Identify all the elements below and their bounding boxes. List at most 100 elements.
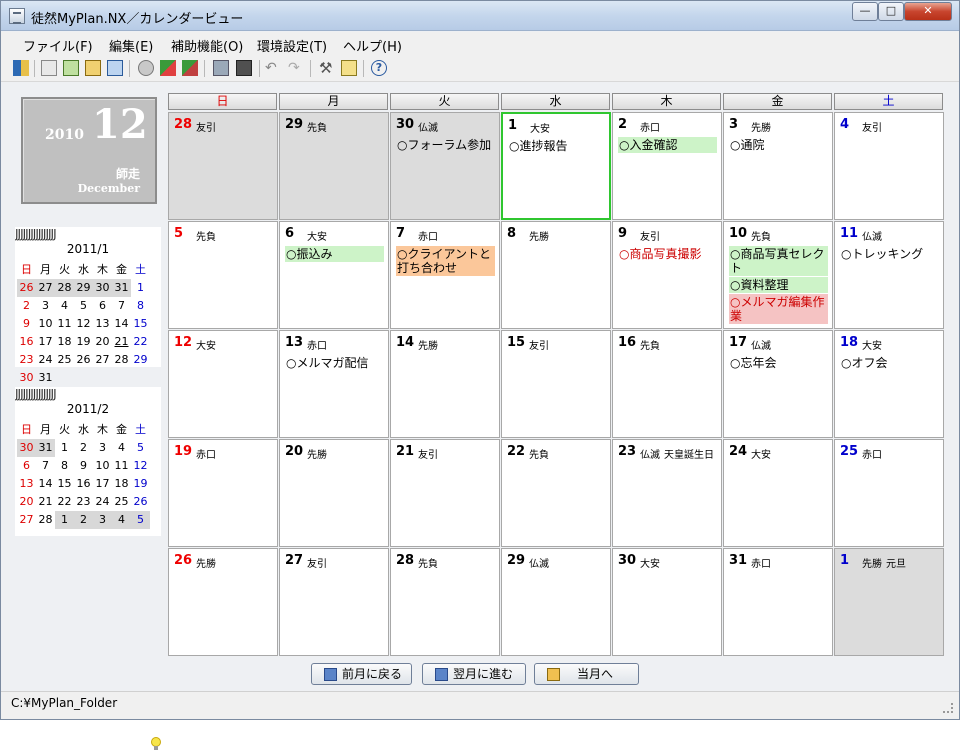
mini-calendar-day[interactable]: 28 xyxy=(36,511,55,529)
undo-icon[interactable]: ↶ xyxy=(265,60,281,76)
mini-calendar-day[interactable]: 5 xyxy=(74,297,93,315)
mini-calendar-day[interactable]: 29 xyxy=(74,279,93,297)
event-item[interactable]: ○トレッキング xyxy=(840,246,939,262)
next-month-button[interactable]: 翌月に進む xyxy=(422,663,526,685)
mini-calendar-day[interactable]: 31 xyxy=(112,279,131,297)
menu-edit[interactable]: 編集(E) xyxy=(109,36,153,55)
event-item[interactable]: ○忘年会 xyxy=(729,355,828,371)
mini-calendar-day[interactable]: 31 xyxy=(36,369,55,387)
day-view-icon[interactable] xyxy=(41,60,57,76)
mini-calendar-day[interactable]: 6 xyxy=(17,457,36,475)
mini-calendar-day[interactable]: 20 xyxy=(17,493,36,511)
event-item[interactable]: ○フォーラム参加 xyxy=(396,137,495,153)
mini-calendar-day[interactable]: 26 xyxy=(17,279,36,297)
month-view-icon[interactable] xyxy=(85,60,101,76)
mini-calendar-day[interactable]: 7 xyxy=(112,297,131,315)
event-item[interactable]: ○振込み xyxy=(285,246,384,262)
mini-calendar-day[interactable]: 30 xyxy=(17,439,36,457)
event-item[interactable]: ○オフ会 xyxy=(840,355,939,371)
mini-calendar-day[interactable]: 30 xyxy=(93,279,112,297)
calendar-day-cell[interactable]: 7 赤口 ○クライアントと打ち合わせ xyxy=(390,221,500,329)
menu-help[interactable]: ヘルプ(H) xyxy=(343,36,402,55)
mini-calendar-day[interactable]: 1 xyxy=(55,439,74,457)
mini-calendar-day[interactable]: 7 xyxy=(36,457,55,475)
calendar-day-cell[interactable]: 16 先負 xyxy=(612,330,722,438)
mini-calendar-day[interactable]: 4 xyxy=(112,511,131,529)
mini-calendar-day[interactable]: 28 xyxy=(55,279,74,297)
mini-calendar-day[interactable]: 9 xyxy=(17,315,36,333)
mini-calendar-day[interactable]: 27 xyxy=(36,279,55,297)
calendar-day-cell[interactable]: 9 友引 ○商品写真撮影 xyxy=(612,221,722,329)
mini-calendar-day[interactable]: 4 xyxy=(112,439,131,457)
mini-calendar-day[interactable]: 15 xyxy=(55,475,74,493)
mini-calendar-day[interactable]: 3 xyxy=(36,297,55,315)
exit-icon[interactable] xyxy=(13,60,29,76)
mini-calendar-day[interactable]: 11 xyxy=(55,315,74,333)
mini-calendar-day[interactable]: 2 xyxy=(74,511,93,529)
delete-event-icon[interactable] xyxy=(182,60,198,76)
event-item[interactable]: ○商品写真撮影 xyxy=(618,246,717,262)
calendar-day-cell[interactable]: 1 大安 ○進捗報告 xyxy=(501,112,611,220)
resize-grip[interactable] xyxy=(943,703,953,713)
mini-calendar-day[interactable]: 5 xyxy=(131,511,150,529)
calendar-day-cell[interactable]: 25 赤口 xyxy=(834,439,944,547)
event-item[interactable]: ○通院 xyxy=(729,137,828,153)
maximize-button[interactable]: □ xyxy=(878,2,904,21)
prev-month-button[interactable]: 前月に戻る xyxy=(311,663,412,685)
mini-calendar-day[interactable]: 24 xyxy=(93,493,112,511)
mini-calendar-day[interactable]: 25 xyxy=(55,351,74,369)
event-item[interactable]: ○資料整理 xyxy=(729,277,828,293)
mini-calendar-day[interactable]: 21 xyxy=(36,493,55,511)
mini-calendar-day[interactable]: 19 xyxy=(131,475,150,493)
calendar-day-cell[interactable]: 19 赤口 xyxy=(168,439,278,547)
mini-calendar-day[interactable]: 13 xyxy=(17,475,36,493)
mini-calendar-day[interactable]: 12 xyxy=(74,315,93,333)
mini-calendar-day[interactable]: 2 xyxy=(74,439,93,457)
calendar-day-cell[interactable]: 10 先負 ○商品写真セレクト ○資料整理 ○メルマガ編集作業 xyxy=(723,221,833,329)
mini-calendar-day[interactable]: 6 xyxy=(93,297,112,315)
mini-calendar-day[interactable]: 16 xyxy=(74,475,93,493)
mini-calendar-day[interactable]: 26 xyxy=(131,493,150,511)
calendar-day-cell[interactable]: 22 先負 xyxy=(501,439,611,547)
mini-calendar-day[interactable]: 25 xyxy=(112,493,131,511)
mini-calendar-day[interactable]: 4 xyxy=(55,297,74,315)
calendar-day-cell[interactable]: 17 仏滅 ○忘年会 xyxy=(723,330,833,438)
mini-calendar-day[interactable]: 9 xyxy=(74,457,93,475)
calendar-day-cell[interactable]: 8 先勝 xyxy=(501,221,611,329)
mini-calendar-day[interactable]: 28 xyxy=(112,351,131,369)
mini-calendar-day[interactable]: 15 xyxy=(131,315,150,333)
mini-calendar-day[interactable]: 5 xyxy=(131,439,150,457)
calendar-day-cell[interactable]: 30 仏滅 ○フォーラム参加 xyxy=(390,112,500,220)
mini-calendar-day[interactable]: 13 xyxy=(93,315,112,333)
mini-calendar-day[interactable]: 8 xyxy=(131,297,150,315)
mini-calendar-day[interactable]: 11 xyxy=(112,457,131,475)
add-event-icon[interactable] xyxy=(160,60,176,76)
calendar-day-cell[interactable]: 1 先勝 元旦 xyxy=(834,548,944,656)
mini-calendar-day[interactable]: 23 xyxy=(17,351,36,369)
event-item[interactable]: ○メルマガ配信 xyxy=(285,355,384,371)
mini-calendar-day[interactable]: 22 xyxy=(55,493,74,511)
settings-icon[interactable]: ⚒ xyxy=(319,60,335,76)
calendar-day-cell[interactable]: 5 先負 xyxy=(168,221,278,329)
event-item[interactable]: ○クライアントと打ち合わせ xyxy=(396,246,495,276)
mini-calendar-day[interactable]: 19 xyxy=(74,333,93,351)
mini-calendar-day[interactable]: 22 xyxy=(131,333,150,351)
mini-calendar-day[interactable]: 16 xyxy=(17,333,36,351)
preview-icon[interactable] xyxy=(236,60,252,76)
calendar-day-cell[interactable]: 28 先負 xyxy=(390,548,500,656)
calendar-day-cell[interactable]: 29 仏滅 xyxy=(501,548,611,656)
current-month-button[interactable]: 当月へ xyxy=(534,663,639,685)
calendar-day-cell[interactable]: 15 友引 xyxy=(501,330,611,438)
mini-calendar-day[interactable]: 27 xyxy=(17,511,36,529)
mini-calendar-day[interactable]: 21 xyxy=(112,333,131,351)
calendar-day-cell[interactable]: 11 仏滅 ○トレッキング xyxy=(834,221,944,329)
calendar-day-cell[interactable]: 14 先勝 xyxy=(390,330,500,438)
mini-calendar-day[interactable]: 18 xyxy=(112,475,131,493)
mini-calendar-day[interactable]: 10 xyxy=(36,315,55,333)
mini-calendar-day[interactable]: 12 xyxy=(131,457,150,475)
menu-file[interactable]: ファイル(F) xyxy=(23,36,93,55)
print-icon[interactable] xyxy=(213,60,229,76)
mini-calendar-day[interactable]: 8 xyxy=(55,457,74,475)
mini-calendar-day[interactable]: 3 xyxy=(93,511,112,529)
calendar-day-cell[interactable]: 23 仏滅 天皇誕生日 xyxy=(612,439,722,547)
